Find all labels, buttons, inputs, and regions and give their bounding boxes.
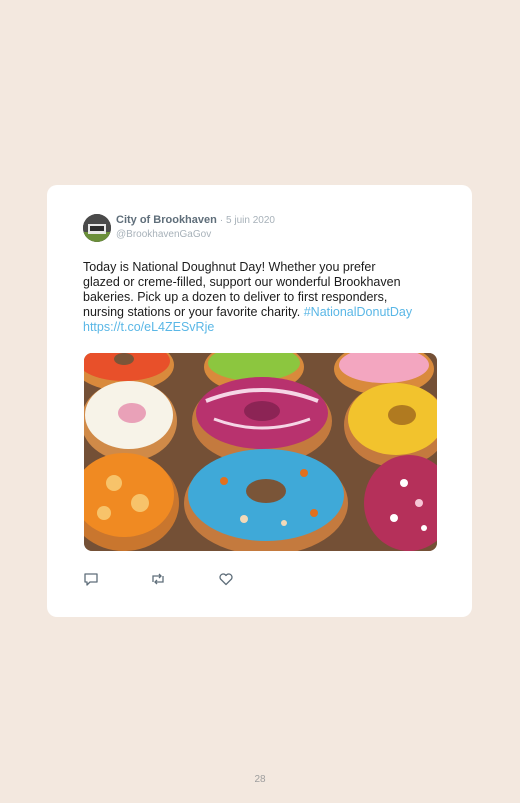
url-link[interactable]: https://t.co/eL4ZESvRje [83, 320, 448, 335]
hashtag-link[interactable]: #NationalDonutDay [304, 305, 412, 319]
tweet-line: glazed or creme-filled, support our wond… [83, 275, 401, 289]
tweet-text: Today is National Doughnut Day! Whether … [83, 260, 448, 335]
retweet-icon[interactable] [150, 571, 166, 587]
tweet-header: City of Brookhaven · 5 juin 2020 @Brookh… [83, 214, 443, 244]
tweet-actions [83, 571, 243, 587]
donuts-photo[interactable] [84, 353, 437, 551]
author-handle[interactable]: @BrookhavenGaGov [116, 229, 211, 240]
tweet-line: bakeries. Pick up a dozen to deliver to … [83, 290, 388, 304]
reply-icon[interactable] [83, 571, 99, 587]
tweet-line: nursing stations or your favorite charit… [83, 305, 448, 320]
tweet-line-text: nursing stations or your favorite charit… [83, 305, 301, 319]
tweet-card: City of Brookhaven · 5 juin 2020 @Brookh… [47, 185, 472, 617]
tweet-date[interactable]: · 5 juin 2020 [220, 215, 275, 226]
page-number: 28 [254, 774, 266, 785]
author-name[interactable]: City of Brookhaven [116, 214, 217, 226]
heart-icon[interactable] [218, 571, 234, 587]
author-line: City of Brookhaven · 5 juin 2020 [116, 214, 275, 226]
tweet-line: Today is National Doughnut Day! Whether … [83, 260, 376, 274]
avatar[interactable] [83, 214, 111, 242]
